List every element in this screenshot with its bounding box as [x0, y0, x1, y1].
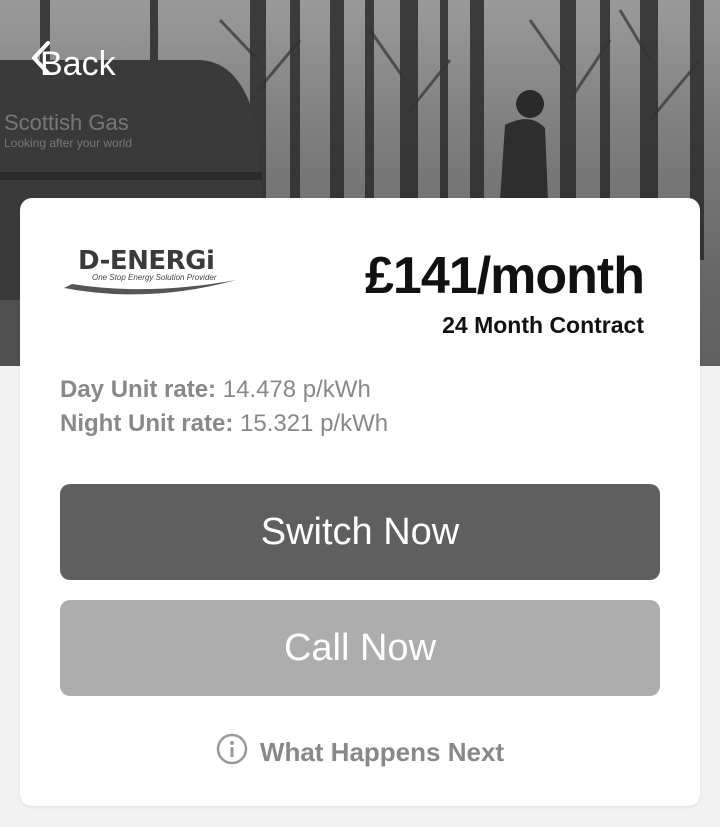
night-rate-label: Night Unit rate:	[60, 410, 234, 437]
van-tagline-text: Looking after your world	[4, 136, 132, 150]
switch-now-button[interactable]: Switch Now	[60, 484, 660, 580]
what-happens-next-label: What Happens Next	[259, 736, 505, 767]
back-button[interactable]: Back	[30, 40, 116, 88]
what-happens-next-link[interactable]: What Happens Next	[20, 733, 700, 772]
logo-wordmark: D-ENERGi	[78, 246, 215, 276]
day-rate-value: 14.478 p/kWh	[222, 376, 371, 403]
supplier-logo: D-ENERGi One Stop Energy Solution Provid…	[58, 246, 240, 295]
van-brand-text: Scottish Gas	[4, 110, 129, 135]
contract-length: 24 Month Contract	[442, 312, 644, 338]
offer-card: D-ENERGi One Stop Energy Solution Provid…	[20, 198, 700, 806]
day-rate-label: Day Unit rate:	[60, 376, 217, 403]
night-rate: Night Unit rate: 15.321 p/kWh	[60, 410, 388, 438]
call-now-button[interactable]: Call Now	[60, 600, 660, 696]
monthly-price: £141/month	[365, 247, 645, 305]
day-rate: Day Unit rate: 14.478 p/kWh	[60, 376, 371, 404]
info-icon	[216, 733, 248, 772]
logo-tagline: One Stop Energy Solution Provider	[92, 273, 217, 282]
night-rate-value: 15.321 p/kWh	[240, 410, 389, 437]
